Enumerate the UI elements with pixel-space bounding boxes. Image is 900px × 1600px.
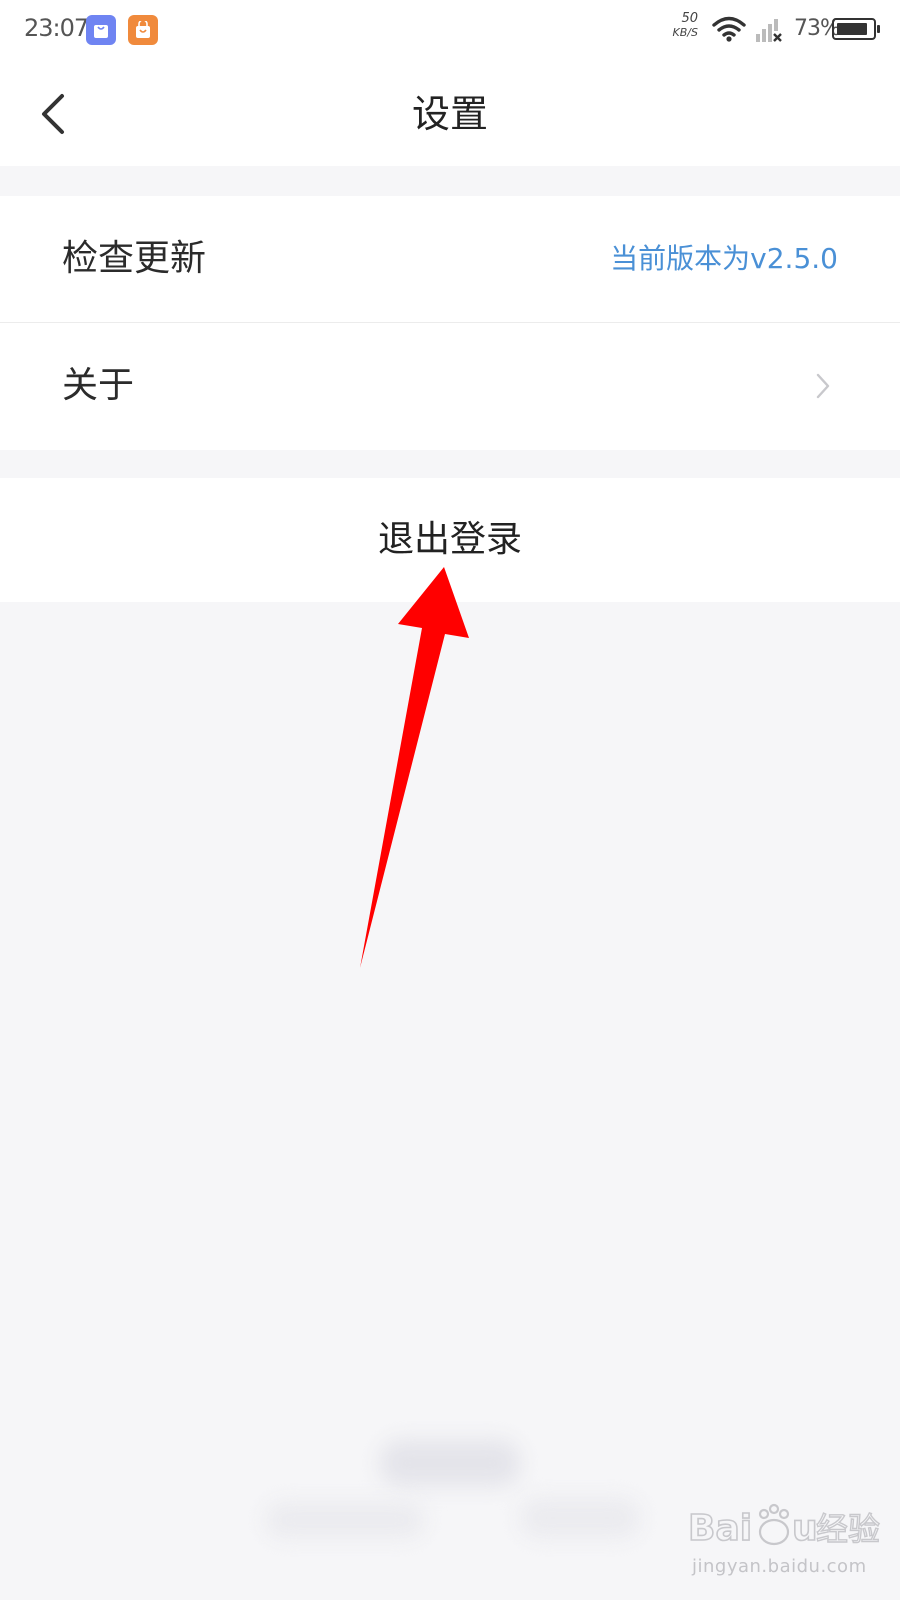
svg-text:u: u <box>792 1508 818 1549</box>
battery-icon <box>832 18 880 40</box>
page-title: 设置 <box>411 92 488 136</box>
baidu-watermark: Bai u 经验 jingyan.baidu.com <box>688 1500 888 1590</box>
blurred-content <box>520 1498 640 1538</box>
blurred-content <box>265 1502 425 1538</box>
net-speed-unit: KB/S <box>672 26 698 39</box>
net-speed-value: 50 <box>681 11 698 26</box>
version-text: 当前版本为v2.5.0 <box>610 242 838 275</box>
battery-fill <box>837 23 867 35</box>
nav-bar: 设置 <box>0 62 900 166</box>
battery-cap <box>877 25 880 33</box>
signal-icon <box>754 18 788 48</box>
app-orange-icon <box>128 15 158 45</box>
app-blue-icon <box>86 15 116 45</box>
check-update-label: 检查更新 <box>62 238 207 279</box>
watermark-site: jingyan.baidu.com <box>692 1556 867 1577</box>
check-update-row[interactable]: 检查更新 当前版本为v2.5.0 <box>0 196 900 322</box>
logout-button[interactable]: 退出登录 <box>0 478 900 602</box>
chevron-right-icon <box>816 373 830 399</box>
settings-group: 检查更新 当前版本为v2.5.0 关于 <box>0 196 900 450</box>
logout-label: 退出登录 <box>377 519 522 560</box>
svg-text:Bai: Bai <box>688 1508 752 1549</box>
about-label: 关于 <box>62 365 135 406</box>
status-time: 23:07 <box>24 14 89 42</box>
net-speed: 50 KB/S <box>664 12 698 40</box>
about-row[interactable]: 关于 <box>0 322 900 450</box>
blurred-content <box>380 1440 520 1486</box>
svg-text:经验: 经验 <box>816 1510 880 1548</box>
status-bar: 23:07 50 KB/S 73% <box>0 0 900 62</box>
baidu-jingyan-logo: Bai u 经验 <box>688 1503 881 1550</box>
wifi-icon <box>712 16 746 46</box>
